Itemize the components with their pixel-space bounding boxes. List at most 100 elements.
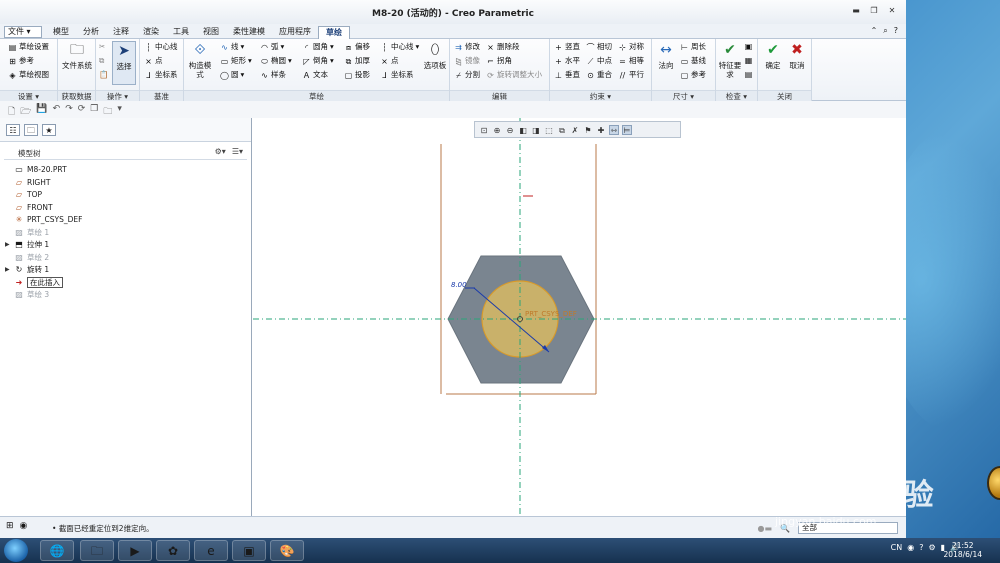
overlapping-geometry-icon[interactable]: ▤ <box>744 70 753 79</box>
symmetric-constraint-button[interactable]: ⊹ 对称 <box>618 42 644 52</box>
feature-requirements-button[interactable]: ✔ 特征要求 <box>718 41 742 79</box>
tree-settings-icon[interactable]: ⚙▾ <box>215 147 226 156</box>
datum-point-button[interactable]: × 点 <box>144 56 162 66</box>
model-tree-item[interactable]: ▭ M8-20.PRT <box>14 164 251 177</box>
spline-button[interactable]: ∿ 样条 <box>260 70 286 80</box>
graphics-area[interactable]: 8.00 PRT_CSYS_DEF <box>253 118 906 516</box>
thicken-button[interactable]: ⧉ 加厚 <box>344 56 370 66</box>
taskbar-browser-icon[interactable]: 🌐 <box>40 540 74 561</box>
taskbar-ie-icon[interactable]: e <box>194 540 228 561</box>
ellipse-button[interactable]: ⬭ 椭圆 ▾ <box>260 56 292 66</box>
project-button[interactable]: ▢ 投影 <box>344 70 370 80</box>
model-tree-item[interactable]: ➜ 在此插入 <box>14 277 251 290</box>
file-menu[interactable]: 文件 ▾ <box>4 26 42 38</box>
sketch-csys-button[interactable]: ⅃ 坐标系 <box>380 70 413 80</box>
cancel-button[interactable]: ✖ 取消 <box>786 41 808 70</box>
expand-arrow-icon[interactable]: ▶ <box>5 239 10 252</box>
taskbar-creo-icon[interactable]: ▣ <box>232 540 266 561</box>
normal-dimension-button[interactable]: ↔ 法向 <box>654 41 678 70</box>
search-icon[interactable]: ⌕ <box>883 26 887 36</box>
sketch-point-button[interactable]: × 点 <box>380 56 398 66</box>
help-icon[interactable]: ? <box>894 26 898 36</box>
file-system-button[interactable]: 🗀 文件系统 <box>62 41 92 70</box>
collapse-ribbon-icon[interactable]: ⌃ <box>871 26 878 36</box>
favorites-tab-icon[interactable]: ★ <box>42 124 56 136</box>
tab-flexible-modeling[interactable]: 柔性建模 <box>226 26 272 40</box>
baseline-button[interactable]: ▭ 基线 <box>680 56 706 66</box>
copy-icon[interactable]: ⧉ <box>99 56 104 66</box>
language-indicator[interactable]: CN <box>891 543 903 552</box>
tray-help-icon[interactable]: ? <box>919 543 923 552</box>
offset-button[interactable]: ⧈ 偏移 <box>344 42 370 52</box>
taskbar-explorer-icon[interactable]: 🗀 <box>80 540 114 561</box>
zoom-in-icon[interactable]: ⊕ <box>492 125 502 135</box>
model-tree-item[interactable]: ▱ RIGHT <box>14 177 251 190</box>
desktop-gadget-icon[interactable] <box>987 466 1000 500</box>
highlight-open-ends-icon[interactable]: ▣ <box>744 42 753 51</box>
sketch-setup-button[interactable]: ▤ 草绘设置 <box>8 42 49 52</box>
sketch-view-icon[interactable]: ⧉ <box>557 125 567 135</box>
model-tree-item[interactable]: ▱ TOP <box>14 189 251 202</box>
model-tree-item[interactable]: ▶ ↻ 旋转 1 <box>5 264 251 277</box>
constraint-display-icon[interactable]: ⊨ <box>622 124 632 135</box>
sketch-view-button[interactable]: ◈ 草绘视图 <box>8 70 49 80</box>
rotate-resize-button[interactable]: ⟳ 旋转调整大小 <box>486 70 542 80</box>
spin-center-icon[interactable]: ✚ <box>596 125 606 135</box>
tab-applications[interactable]: 应用程序 <box>272 26 318 40</box>
group-label-dimension[interactable]: 尺寸 ▾ <box>652 90 715 101</box>
cut-icon[interactable]: ✂ <box>99 42 105 52</box>
construction-mode-button[interactable]: ⟐ 构造模式 <box>186 41 214 79</box>
maximize-icon[interactable]: ❐ <box>868 6 880 16</box>
taskbar-cloud-icon[interactable]: ✿ <box>156 540 190 561</box>
display-style-icon[interactable]: ◨ <box>531 125 541 135</box>
line-button[interactable]: ∿ 线 ▾ <box>220 42 244 52</box>
tab-analysis[interactable]: 分析 <box>76 26 106 40</box>
group-label-setup[interactable]: 设置 ▾ <box>0 90 57 101</box>
tab-tools[interactable]: 工具 <box>166 26 196 40</box>
tray-antivirus-icon[interactable]: ◉ <box>907 543 914 552</box>
text-button[interactable]: Ａ 文本 <box>302 70 329 80</box>
tangent-constraint-button[interactable]: ⌒ 相切 <box>586 42 613 52</box>
minimize-icon[interactable]: ▬ <box>850 6 862 16</box>
equal-constraint-button[interactable]: = 相等 <box>618 56 644 66</box>
model-tree-item[interactable]: ▨ 草绘 3 <box>14 289 251 302</box>
model-tree-item[interactable]: ✳ PRT_CSYS_DEF <box>14 214 251 227</box>
mirror-button[interactable]: ⧎ 镜像 <box>454 56 480 66</box>
vertical-constraint-button[interactable]: + 竖直 <box>554 42 580 52</box>
zoom-out-icon[interactable]: ⊖ <box>505 125 515 135</box>
model-tree-tab-icon[interactable]: ☷ <box>6 124 20 136</box>
tab-annotate[interactable]: 注释 <box>106 26 136 40</box>
expand-arrow-icon[interactable]: ▶ <box>5 264 10 277</box>
saved-orientations-icon[interactable]: ⬚ <box>544 125 554 135</box>
datum-display-icon[interactable]: ✗ <box>570 125 580 135</box>
navigator-toggle-icon[interactable]: ⊞ <box>6 521 14 531</box>
coincident-constraint-button[interactable]: ⊙ 重合 <box>586 70 612 80</box>
browser-toggle-icon[interactable]: ◉ <box>20 521 28 531</box>
tab-model[interactable]: 模型 <box>46 26 76 40</box>
annotation-display-icon[interactable]: ⚑ <box>583 125 593 135</box>
dimension-display-icon[interactable]: ⇿ <box>609 124 619 135</box>
perpendicular-constraint-button[interactable]: ⊥ 垂直 <box>554 70 580 80</box>
datum-centerline-button[interactable]: ┆ 中心线 <box>144 42 177 52</box>
taskbar-paint-icon[interactable]: 🎨 <box>270 540 304 561</box>
ok-button[interactable]: ✔ 确定 <box>762 41 784 70</box>
perimeter-button[interactable]: ⊢ 周长 <box>680 42 706 52</box>
model-tree-item[interactable]: ▱ FRONT <box>14 202 251 215</box>
folder-browser-tab-icon[interactable]: 🗀 <box>24 124 38 136</box>
fillet-button[interactable]: ◜ 圆角 ▾ <box>302 42 334 52</box>
rectangle-button[interactable]: ▭ 矩形 ▾ <box>220 56 252 66</box>
system-clock[interactable]: 21:52 2018/6/14 <box>944 541 982 559</box>
model-tree-item[interactable]: ▨ 草绘 1 <box>14 227 251 240</box>
corner-button[interactable]: ⌐ 拐角 <box>486 56 512 66</box>
tray-settings-icon[interactable]: ⚙ <box>928 543 935 552</box>
taskbar-media-icon[interactable]: ▶ <box>118 540 152 561</box>
tab-sketch[interactable]: 草绘 <box>318 26 350 40</box>
tab-view[interactable]: 视图 <box>196 26 226 40</box>
arc-button[interactable]: ◠ 弧 ▾ <box>260 42 284 52</box>
delete-segment-button[interactable]: ⨯ 删除段 <box>486 42 519 52</box>
start-button[interactable] <box>4 539 28 562</box>
model-tree-item[interactable]: ▶ ⬒ 拉伸 1 <box>5 239 251 252</box>
modify-button[interactable]: ⇉ 修改 <box>454 42 480 52</box>
horizontal-constraint-button[interactable]: + 水平 <box>554 56 580 66</box>
circle-button[interactable]: ◯ 圆 ▾ <box>220 70 244 80</box>
